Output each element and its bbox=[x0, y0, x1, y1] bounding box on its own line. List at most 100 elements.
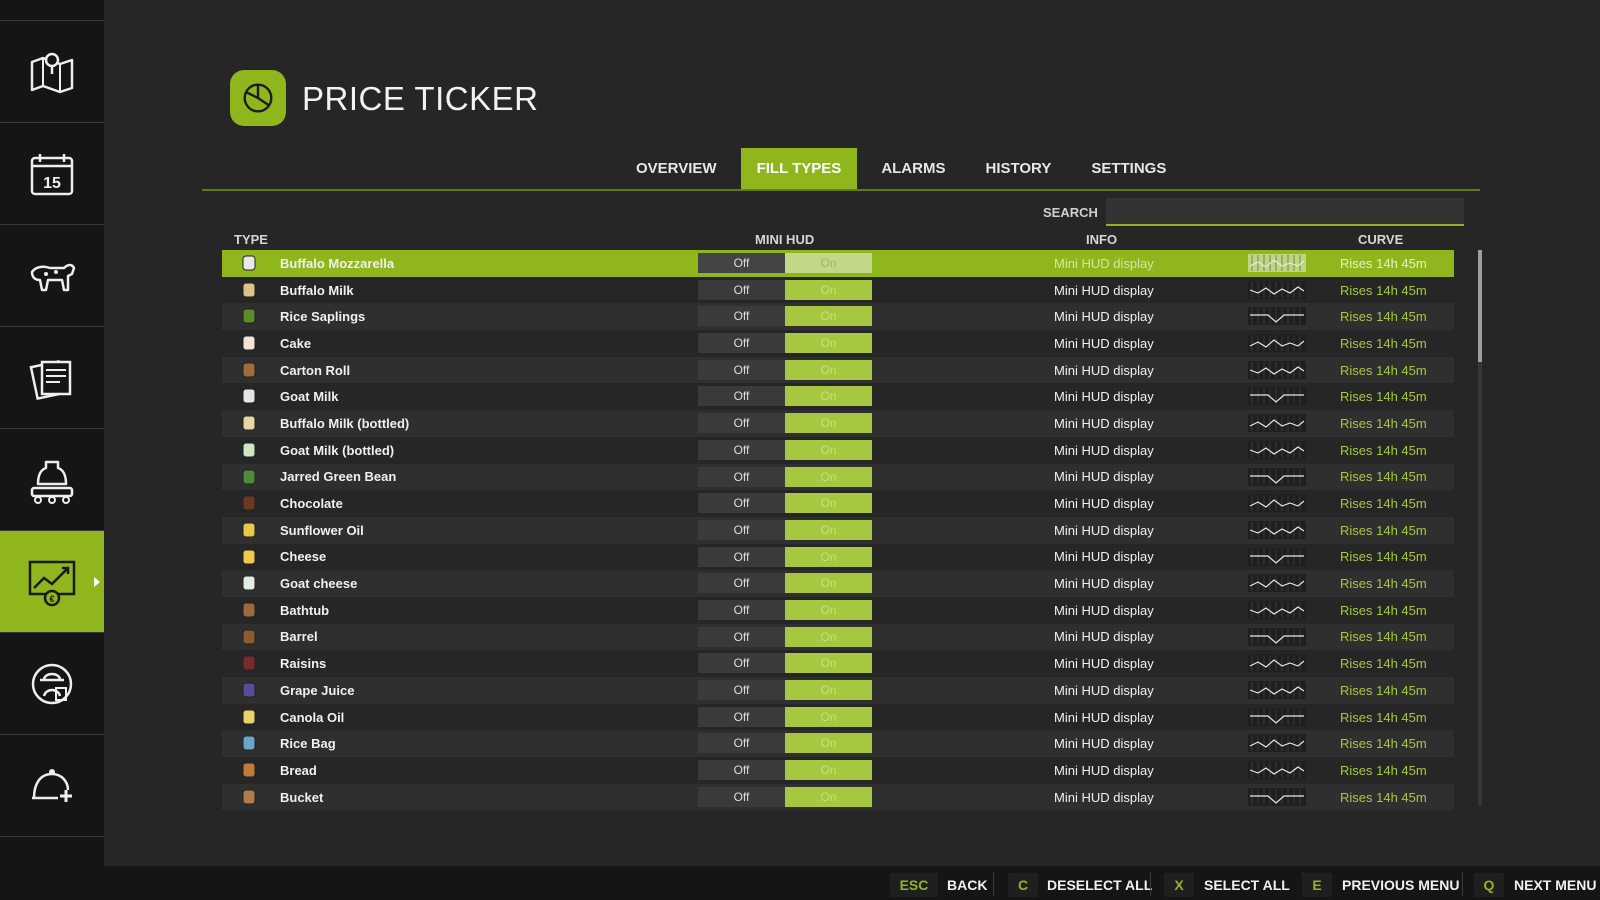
toggle-on-option[interactable]: On bbox=[785, 706, 872, 727]
toggle-on-option[interactable]: On bbox=[785, 573, 872, 594]
toggle-on-option[interactable]: On bbox=[785, 493, 872, 514]
next-menu-button[interactable]: NEXT MENU bbox=[1514, 873, 1596, 897]
mini-hud-toggle[interactable]: Off On bbox=[698, 333, 872, 354]
mini-hud-toggle[interactable]: Off On bbox=[698, 706, 872, 727]
toggle-on-option[interactable]: On bbox=[785, 546, 872, 567]
toggle-off-option[interactable]: Off bbox=[698, 653, 785, 674]
toggle-on-option[interactable]: On bbox=[785, 626, 872, 647]
toggle-off-option[interactable]: Off bbox=[698, 760, 785, 781]
table-row[interactable]: Bathtub Off On Mini HUD display Rises 14h 45… bbox=[222, 597, 1454, 624]
table-row[interactable]: Sunflower Oil Off On Mini HUD display Rises … bbox=[222, 516, 1454, 544]
mini-hud-toggle[interactable]: Off On bbox=[698, 493, 872, 514]
table-row[interactable]: Carton Roll Off On Mini HUD display Rises 14… bbox=[222, 356, 1454, 384]
toggle-off-option[interactable]: Off bbox=[698, 253, 785, 273]
mini-hud-toggle[interactable]: Off On bbox=[698, 760, 872, 781]
toggle-off-option[interactable]: Off bbox=[698, 626, 785, 647]
toggle-off-option[interactable]: Off bbox=[698, 386, 785, 407]
table-row[interactable]: Rice Saplings Off On Mini HUD display Rises … bbox=[222, 303, 1454, 331]
mini-hud-toggle[interactable]: Off On bbox=[698, 546, 872, 567]
toggle-on-option[interactable]: On bbox=[785, 386, 872, 407]
toggle-off-option[interactable]: Off bbox=[698, 413, 785, 434]
toggle-off-option[interactable]: Off bbox=[698, 573, 785, 594]
toggle-on-option[interactable]: On bbox=[785, 680, 872, 700]
deselect-all-button[interactable]: DESELECT ALL bbox=[1047, 873, 1152, 897]
key-x[interactable]: X bbox=[1164, 873, 1194, 897]
toggle-off-option[interactable]: Off bbox=[698, 733, 785, 754]
key-e[interactable]: E bbox=[1302, 873, 1332, 897]
toggle-on-option[interactable]: On bbox=[785, 760, 872, 781]
mini-hud-toggle[interactable]: Off On bbox=[698, 733, 872, 754]
mini-hud-toggle[interactable]: Off On bbox=[698, 359, 872, 380]
mini-hud-toggle[interactable]: Off On bbox=[698, 386, 872, 407]
toggle-on-option[interactable]: On bbox=[785, 519, 872, 540]
previous-menu-button[interactable]: PREVIOUS MENU bbox=[1342, 873, 1459, 897]
table-row[interactable]: Barrel Off On Mini HUD display Rises 14h 45m bbox=[222, 623, 1454, 651]
tab-history[interactable]: HISTORY bbox=[969, 148, 1067, 190]
toggle-on-option[interactable]: On bbox=[785, 333, 872, 354]
scrollbar[interactable] bbox=[1478, 250, 1482, 806]
key-q[interactable]: Q bbox=[1474, 873, 1504, 897]
table-row[interactable]: Buffalo Milk (bottled) Off On Mini HUD disp… bbox=[222, 410, 1454, 437]
sidebar-item-calendar[interactable]: 15 bbox=[0, 122, 104, 224]
sidebar-item-animals[interactable] bbox=[0, 224, 104, 326]
table-row[interactable]: Bread Off On Mini HUD display Rises 14h 45m bbox=[222, 757, 1454, 784]
mini-hud-toggle[interactable]: Off On bbox=[698, 786, 872, 807]
mini-hud-toggle[interactable]: Off On bbox=[698, 413, 872, 434]
mini-hud-toggle[interactable]: Off On bbox=[698, 306, 872, 327]
table-row[interactable]: Grape Juice Off On Mini HUD display Rises 14… bbox=[222, 677, 1454, 704]
mini-hud-toggle[interactable]: Off On bbox=[698, 599, 872, 620]
search-input[interactable] bbox=[1106, 198, 1464, 226]
table-row[interactable]: Goat Milk (bottled) Off On Mini HUD display… bbox=[222, 437, 1454, 464]
toggle-on-option[interactable]: On bbox=[785, 466, 872, 487]
back-button[interactable]: BACK bbox=[947, 873, 987, 897]
sidebar-item-help[interactable] bbox=[0, 734, 104, 836]
table-row[interactable]: Bucket Off On Mini HUD display Rises 14h 45m bbox=[222, 783, 1454, 811]
toggle-off-option[interactable]: Off bbox=[698, 786, 785, 807]
toggle-on-option[interactable]: On bbox=[785, 279, 872, 300]
toggle-off-option[interactable]: Off bbox=[698, 439, 785, 460]
table-row[interactable]: Buffalo Mozzarella Off On Mini HUD display R… bbox=[222, 250, 1454, 277]
table-row[interactable]: Cake Off On Mini HUD display Rises 14h 45m bbox=[222, 330, 1454, 357]
mini-hud-toggle[interactable]: Off On bbox=[698, 439, 872, 460]
key-c[interactable]: C bbox=[1008, 873, 1038, 897]
toggle-off-option[interactable]: Off bbox=[698, 599, 785, 620]
toggle-off-option[interactable]: Off bbox=[698, 706, 785, 727]
mini-hud-toggle[interactable]: Off On bbox=[698, 253, 872, 273]
tab-overview[interactable]: OVERVIEW bbox=[620, 148, 733, 190]
sidebar-item-price-ticker[interactable]: € bbox=[0, 530, 104, 632]
tab-alarms[interactable]: ALARMS bbox=[865, 148, 961, 190]
table-row[interactable]: Buffalo Milk Off On Mini HUD display Rises 1… bbox=[222, 277, 1454, 304]
toggle-on-option[interactable]: On bbox=[785, 413, 872, 434]
select-all-button[interactable]: SELECT ALL bbox=[1204, 873, 1290, 897]
toggle-off-option[interactable]: Off bbox=[698, 359, 785, 380]
toggle-on-option[interactable]: On bbox=[785, 253, 872, 273]
toggle-on-option[interactable]: On bbox=[785, 359, 872, 380]
toggle-on-option[interactable]: On bbox=[785, 599, 872, 620]
mini-hud-toggle[interactable]: Off On bbox=[698, 626, 872, 647]
table-row[interactable]: Goat Milk Off On Mini HUD display Rises 14h … bbox=[222, 383, 1454, 410]
toggle-on-option[interactable]: On bbox=[785, 733, 872, 754]
toggle-off-option[interactable]: Off bbox=[698, 519, 785, 540]
table-row[interactable]: Raisins Off On Mini HUD display Rises 14h 45… bbox=[222, 650, 1454, 677]
table-row[interactable]: Canola Oil Off On Mini HUD display Rises 14h… bbox=[222, 704, 1454, 731]
toggle-on-option[interactable]: On bbox=[785, 306, 872, 327]
table-row[interactable]: Chocolate Off On Mini HUD display Rises 14h … bbox=[222, 490, 1454, 517]
tab-fill-types[interactable]: FILL TYPES bbox=[740, 148, 858, 190]
sidebar-item-map[interactable] bbox=[0, 20, 104, 122]
mini-hud-toggle[interactable]: Off On bbox=[698, 680, 872, 700]
tab-settings[interactable]: SETTINGS bbox=[1075, 148, 1182, 190]
toggle-off-option[interactable]: Off bbox=[698, 546, 785, 567]
toggle-on-option[interactable]: On bbox=[785, 786, 872, 807]
scrollbar-thumb[interactable] bbox=[1478, 250, 1482, 362]
mini-hud-toggle[interactable]: Off On bbox=[698, 653, 872, 674]
table-row[interactable]: Goat cheese Off On Mini HUD display Rises 14… bbox=[222, 570, 1454, 597]
sidebar-item-production[interactable] bbox=[0, 428, 104, 530]
table-row[interactable]: Rice Bag Off On Mini HUD display Rises 14h 4… bbox=[222, 730, 1454, 758]
toggle-off-option[interactable]: Off bbox=[698, 680, 785, 700]
sidebar-item-farmer[interactable] bbox=[0, 632, 104, 734]
toggle-on-option[interactable]: On bbox=[785, 653, 872, 674]
key-esc[interactable]: ESC bbox=[890, 873, 938, 897]
toggle-off-option[interactable]: Off bbox=[698, 306, 785, 327]
sidebar-item-contracts[interactable] bbox=[0, 326, 104, 428]
table-row[interactable]: Jarred Green Bean Off On Mini HUD display Ri… bbox=[222, 463, 1454, 491]
